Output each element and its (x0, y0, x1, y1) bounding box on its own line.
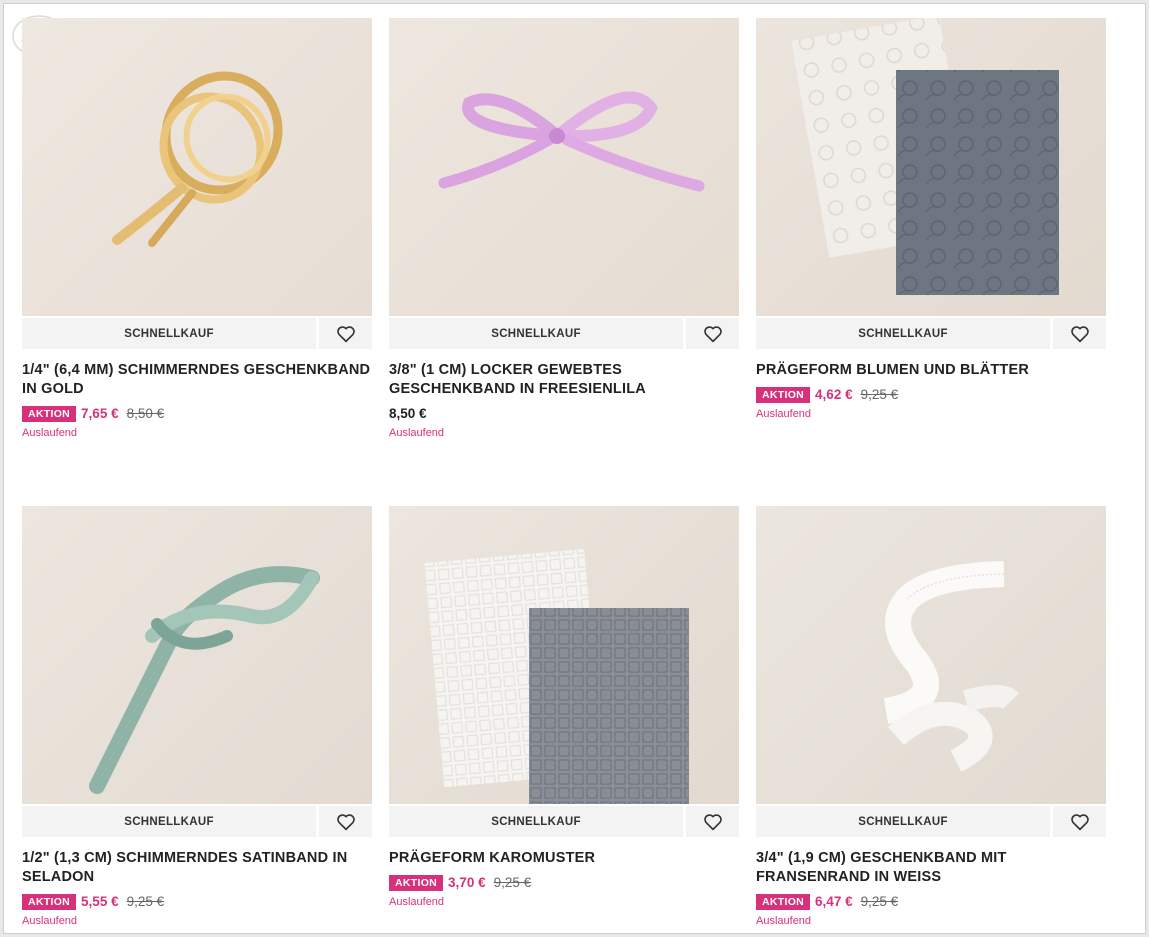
wishlist-button[interactable] (319, 806, 372, 837)
product-card: SCHNELLKAUF 3/4" (1,9 cm) Geschenkband m… (756, 506, 1106, 933)
product-title[interactable]: Prägeform Karomuster (389, 849, 739, 868)
price-row: AKTION 6,47 € 9,25 € (756, 893, 1106, 910)
quick-buy-button[interactable]: SCHNELLKAUF (389, 318, 683, 349)
product-card: SCHNELLKAUF Prägeform Blumen und Blätter… (756, 18, 1106, 488)
price-row: AKTION 4,62 € 9,25 € (756, 386, 1106, 403)
product-image[interactable] (389, 506, 739, 804)
product-title[interactable]: 1/4" (6,4 mm) Schimmerndes Geschenkband … (22, 361, 372, 399)
product-image[interactable] (22, 18, 372, 316)
sale-price: 5,55 € (81, 894, 119, 909)
quick-buy-button[interactable]: SCHNELLKAUF (22, 318, 316, 349)
original-price: 9,25 € (493, 875, 532, 890)
quick-buy-button[interactable]: SCHNELLKAUF (756, 318, 1050, 349)
availability-status: Auslaufend (22, 915, 78, 927)
quick-buy-button[interactable]: SCHNELLKAUF (22, 806, 316, 837)
original-price: 9,25 € (126, 894, 165, 909)
quick-buy-button[interactable]: SCHNELLKAUF (756, 806, 1050, 837)
product-title[interactable]: Prägeform Blumen und Blätter (756, 361, 1106, 380)
product-grid-page: SCHNELLKAUF 1/4" (6,4 mm) Schimmerndes G… (3, 3, 1146, 934)
availability-status: Auslaufend (756, 915, 812, 927)
quick-buy-button[interactable]: SCHNELLKAUF (389, 806, 683, 837)
sale-badge: AKTION (389, 874, 444, 891)
heart-outline-icon (1070, 325, 1089, 342)
sale-badge: AKTION (22, 893, 77, 910)
heart-outline-icon (336, 325, 355, 342)
wishlist-button[interactable] (686, 806, 739, 837)
product-title[interactable]: 3/4" (1,9 cm) Geschenkband mit Fransenra… (756, 849, 1106, 887)
product-card: SCHNELLKAUF 1/4" (6,4 mm) Schimmerndes G… (22, 18, 372, 488)
sale-price: 4,62 € (815, 387, 853, 402)
wishlist-button[interactable] (319, 318, 372, 349)
price-row: AKTION 5,55 € 9,25 € (22, 893, 372, 910)
heart-outline-icon (703, 813, 722, 830)
regular-price: 8,50 € (389, 406, 427, 421)
sale-badge: AKTION (756, 893, 811, 910)
availability-status: Auslaufend (389, 427, 445, 439)
wishlist-button[interactable] (1053, 806, 1106, 837)
product-card: SCHNELLKAUF Prägeform Karomuster AKTION … (389, 506, 739, 933)
sale-price: 7,65 € (81, 406, 119, 421)
sale-badge: AKTION (756, 386, 811, 403)
price-row: 8,50 € (389, 405, 739, 422)
availability-status: Auslaufend (756, 408, 812, 420)
heart-outline-icon (1070, 813, 1089, 830)
sale-price: 3,70 € (448, 875, 486, 890)
wishlist-button[interactable] (686, 318, 739, 349)
price-row: AKTION 7,65 € 8,50 € (22, 405, 372, 422)
product-image[interactable] (22, 506, 372, 804)
product-image[interactable] (756, 18, 1106, 316)
product-card: SCHNELLKAUF 1/2" (1,3 cm) Schimmerndes S… (22, 506, 372, 933)
price-row: AKTION 3,70 € 9,25 € (389, 874, 739, 891)
availability-status: Auslaufend (22, 427, 78, 439)
availability-status: Auslaufend (389, 896, 445, 908)
product-image[interactable] (756, 506, 1106, 804)
original-price: 9,25 € (860, 894, 899, 909)
heart-outline-icon (703, 325, 722, 342)
product-title[interactable]: 1/2" (1,3 cm) Schimmerndes Satinband in … (22, 849, 372, 887)
product-card: SCHNELLKAUF 3/8" (1 cm) Locker gewebtes … (389, 18, 739, 488)
heart-outline-icon (336, 813, 355, 830)
original-price: 9,25 € (860, 387, 899, 402)
sale-price: 6,47 € (815, 894, 853, 909)
product-image[interactable] (389, 18, 739, 316)
original-price: 8,50 € (126, 406, 165, 421)
product-title[interactable]: 3/8" (1 cm) Locker gewebtes Geschenkband… (389, 361, 739, 399)
wishlist-button[interactable] (1053, 318, 1106, 349)
sale-badge: AKTION (22, 405, 77, 422)
